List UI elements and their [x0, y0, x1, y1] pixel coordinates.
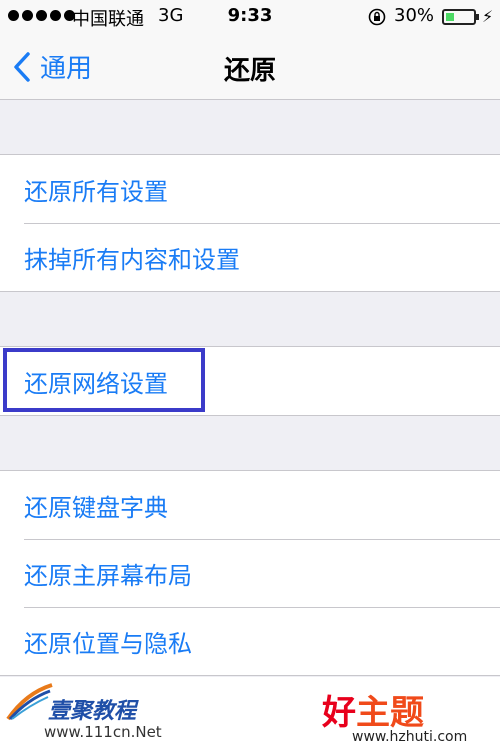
watermark-left-url: www.111cn.Net — [44, 723, 162, 741]
status-bar: 中国联通 3G 9:33 30% ⚡ — [0, 0, 500, 34]
watermark-right-url: www.hzhuti.com — [352, 729, 468, 745]
reset-location-privacy-cell[interactable]: 还原位置与隐私 — [0, 607, 500, 675]
reset-group-3: 还原键盘字典 还原主屏幕布局 还原位置与隐私 — [0, 470, 500, 676]
reset-group-2: 还原网络设置 — [0, 346, 500, 416]
watermark-right-title: 好主题 — [322, 685, 424, 734]
reset-network-settings-cell[interactable]: 还原网络设置 — [0, 347, 500, 415]
watermark-right-title-first: 好 — [322, 693, 356, 733]
navigation-bar: 通用 还原 — [0, 34, 500, 100]
reset-group-1: 还原所有设置 抹掉所有内容和设置 — [0, 154, 500, 292]
reset-all-settings-cell[interactable]: 还原所有设置 — [0, 155, 500, 223]
battery-icon — [442, 9, 476, 25]
erase-all-content-cell[interactable]: 抹掉所有内容和设置 — [0, 223, 500, 291]
watermark-strip: 壹聚教程 www.111cn.Net 好主题 www.hzhuti.com — [0, 677, 500, 750]
battery-percentage: 30% — [394, 5, 435, 26]
watermark-left-title: 壹聚教程 — [48, 699, 137, 724]
rotation-lock-icon — [368, 8, 386, 26]
battery-tip — [476, 14, 479, 20]
charging-bolt-icon: ⚡ — [482, 7, 494, 26]
page-title: 还原 — [223, 56, 276, 86]
brush-logo-icon — [6, 683, 53, 721]
reset-keyboard-dictionary-cell[interactable]: 还原键盘字典 — [0, 471, 500, 539]
reset-home-screen-layout-cell[interactable]: 还原主屏幕布局 — [0, 539, 500, 607]
watermark-right-title-rest: 主题 — [356, 693, 424, 733]
